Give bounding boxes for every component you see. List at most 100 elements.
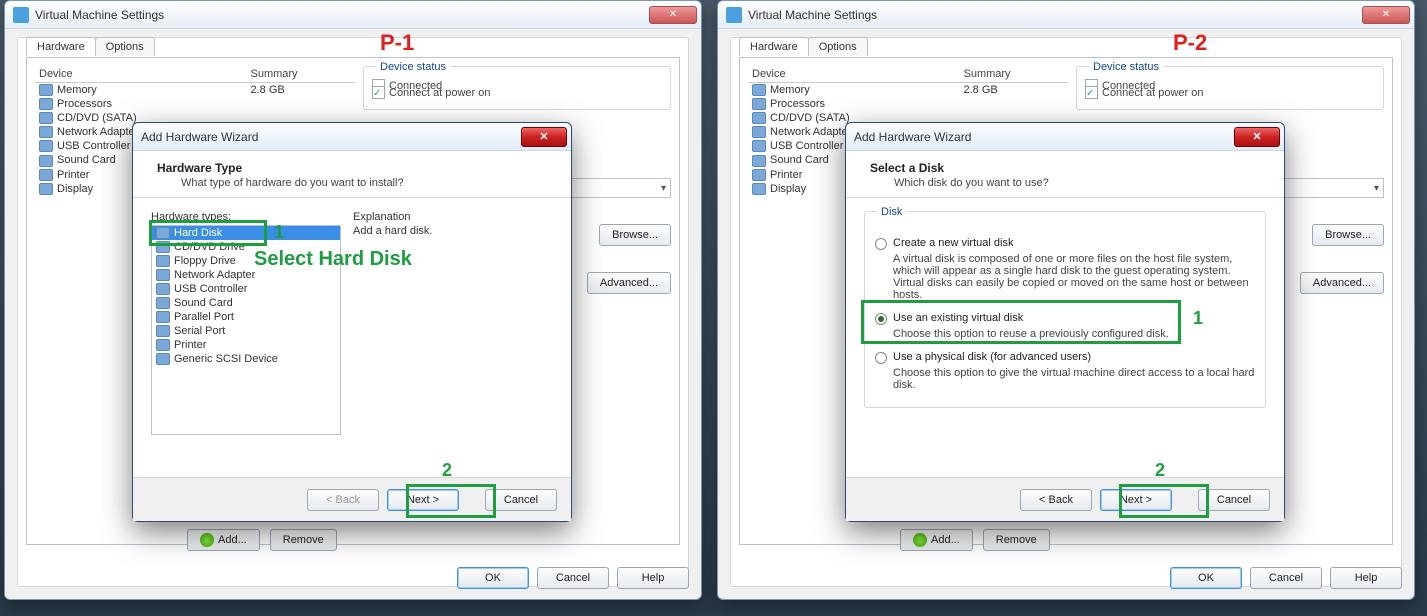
settings-footer: OK Cancel Help — [457, 567, 689, 589]
browse-button[interactable]: Browse... — [1312, 224, 1384, 246]
connect-at-power-row[interactable]: Connect at power on — [372, 86, 662, 99]
tab-hardware[interactable]: Hardware — [739, 37, 809, 56]
browse-button[interactable]: Browse... — [599, 224, 671, 246]
settings-tabs: Hardware Options — [739, 37, 1409, 56]
hw-item-serial[interactable]: Serial Port — [152, 324, 340, 338]
display-icon — [752, 183, 766, 195]
usb-icon — [156, 283, 170, 295]
disk-group-title: Disk — [877, 206, 906, 218]
hw-item-scsi[interactable]: Generic SCSI Device — [152, 352, 340, 366]
cancel-button[interactable]: Cancel — [537, 567, 609, 589]
ok-button[interactable]: OK — [1170, 567, 1242, 589]
cancel-button[interactable]: Cancel — [1250, 567, 1322, 589]
app-icon — [13, 7, 29, 23]
device-status-group: Device status Connected Connect at power… — [1076, 66, 1384, 110]
wizard-header: Select a Disk Which disk do you want to … — [846, 151, 1284, 198]
radio-create-new[interactable]: Create a new virtual disk — [873, 234, 1257, 253]
table-row[interactable]: Processors — [35, 97, 355, 111]
memory-icon — [752, 84, 766, 96]
window-close-button[interactable]: ✕ — [649, 6, 697, 24]
radio-use-existing[interactable]: Use an existing virtual disk — [873, 309, 1257, 328]
wizard-footer: < Back Next > Cancel — [846, 477, 1284, 521]
settings-tabs: Hardware Options — [26, 37, 696, 56]
back-button[interactable]: < Back — [307, 489, 379, 511]
radio-use-existing-desc: Choose this option to reuse a previously… — [893, 328, 1257, 340]
hw-item-floppy[interactable]: Floppy Drive — [152, 254, 340, 268]
device-status-title: Device status — [1089, 61, 1163, 73]
nic-icon — [39, 126, 53, 138]
advanced-button[interactable]: Advanced... — [587, 272, 671, 294]
wizard-subheading: Which disk do you want to use? — [894, 177, 1260, 189]
advanced-button[interactable]: Advanced... — [1300, 272, 1384, 294]
wizard-cancel-button[interactable]: Cancel — [485, 489, 557, 511]
hw-item-printer[interactable]: Printer — [152, 338, 340, 352]
tab-options[interactable]: Options — [95, 37, 155, 56]
radio-icon — [875, 352, 887, 364]
window-close-button[interactable]: ✕ — [1362, 6, 1410, 24]
settings-titlebar: Virtual Machine Settings ✕ — [718, 1, 1414, 29]
hardware-types-list[interactable]: Hard Disk CD/DVD Drive Floppy Drive Netw… — [151, 225, 341, 435]
explanation-label: Explanation — [353, 211, 553, 223]
panel-p1: Virtual Machine Settings ✕ Hardware Opti… — [0, 0, 713, 616]
next-button[interactable]: Next > — [387, 489, 459, 511]
settings-title: Virtual Machine Settings — [748, 8, 1362, 22]
sound-icon — [39, 155, 53, 167]
add-remove-bar: Add... Remove — [900, 529, 1050, 551]
printer-icon — [752, 169, 766, 181]
panel-p2: Virtual Machine Settings ✕ Hardware Opti… — [713, 0, 1426, 616]
wizard-titlebar: Add Hardware Wizard ✕ — [133, 123, 571, 151]
table-row[interactable]: Memory2.8 GB — [35, 83, 355, 98]
tab-hardware[interactable]: Hardware — [26, 37, 96, 56]
table-row[interactable]: Processors — [748, 97, 1068, 111]
radio-create-new-desc: A virtual disk is composed of one or mor… — [893, 253, 1257, 301]
app-icon — [726, 7, 742, 23]
sound-icon — [156, 297, 170, 309]
add-hardware-wizard: Add Hardware Wizard ✕ Select a Disk Whic… — [845, 122, 1285, 522]
wizard-close-button[interactable]: ✕ — [1234, 127, 1280, 147]
back-button[interactable]: < Back — [1020, 489, 1092, 511]
disk-group: Disk Create a new virtual disk A virtual… — [864, 211, 1266, 408]
col-summary: Summary — [246, 66, 355, 83]
hw-item-hard-disk[interactable]: Hard Disk — [152, 226, 340, 240]
checkbox-icon — [1085, 86, 1098, 99]
ok-button[interactable]: OK — [457, 567, 529, 589]
usb-icon — [39, 140, 53, 152]
col-device: Device — [35, 66, 246, 83]
hw-item-cddvd[interactable]: CD/DVD Drive — [152, 240, 340, 254]
radio-icon — [875, 238, 887, 250]
help-button[interactable]: Help — [617, 567, 689, 589]
remove-hardware-button[interactable]: Remove — [270, 529, 337, 551]
wizard-cancel-button[interactable]: Cancel — [1198, 489, 1270, 511]
memory-icon — [39, 84, 53, 96]
help-button[interactable]: Help — [1330, 567, 1402, 589]
radio-use-physical[interactable]: Use a physical disk (for advanced users) — [873, 348, 1257, 367]
hw-item-sound[interactable]: Sound Card — [152, 296, 340, 310]
add-hardware-button[interactable]: Add... — [187, 529, 260, 551]
hw-item-usb[interactable]: USB Controller — [152, 282, 340, 296]
next-button[interactable]: Next > — [1100, 489, 1172, 511]
window-buttons: ✕ — [649, 6, 697, 24]
sound-icon — [752, 155, 766, 167]
add-hardware-wizard: Add Hardware Wizard ✕ Hardware Type What… — [132, 122, 572, 522]
wizard-footer: < Back Next > Cancel — [133, 477, 571, 521]
cpu-icon — [39, 98, 53, 110]
scsi-icon — [156, 353, 170, 365]
settings-titlebar: Virtual Machine Settings ✕ — [5, 1, 701, 29]
settings-footer: OK Cancel Help — [1170, 567, 1402, 589]
add-icon — [913, 533, 927, 547]
hw-item-nic[interactable]: Network Adapter — [152, 268, 340, 282]
connect-at-power-row[interactable]: Connect at power on — [1085, 86, 1375, 99]
remove-hardware-button[interactable]: Remove — [983, 529, 1050, 551]
hw-item-parallel[interactable]: Parallel Port — [152, 310, 340, 324]
table-row[interactable]: Memory2.8 GB — [748, 83, 1068, 98]
wizard-body: Disk Create a new virtual disk A virtual… — [846, 201, 1284, 477]
add-hardware-button[interactable]: Add... — [900, 529, 973, 551]
printer-icon — [156, 339, 170, 351]
col-summary: Summary — [959, 66, 1068, 83]
device-status-group: Device status Connected Connect at power… — [363, 66, 671, 110]
add-remove-bar: Add... Remove — [187, 529, 337, 551]
tab-options[interactable]: Options — [808, 37, 868, 56]
printer-icon — [39, 169, 53, 181]
floppy-icon — [156, 255, 170, 267]
wizard-close-button[interactable]: ✕ — [521, 127, 567, 147]
